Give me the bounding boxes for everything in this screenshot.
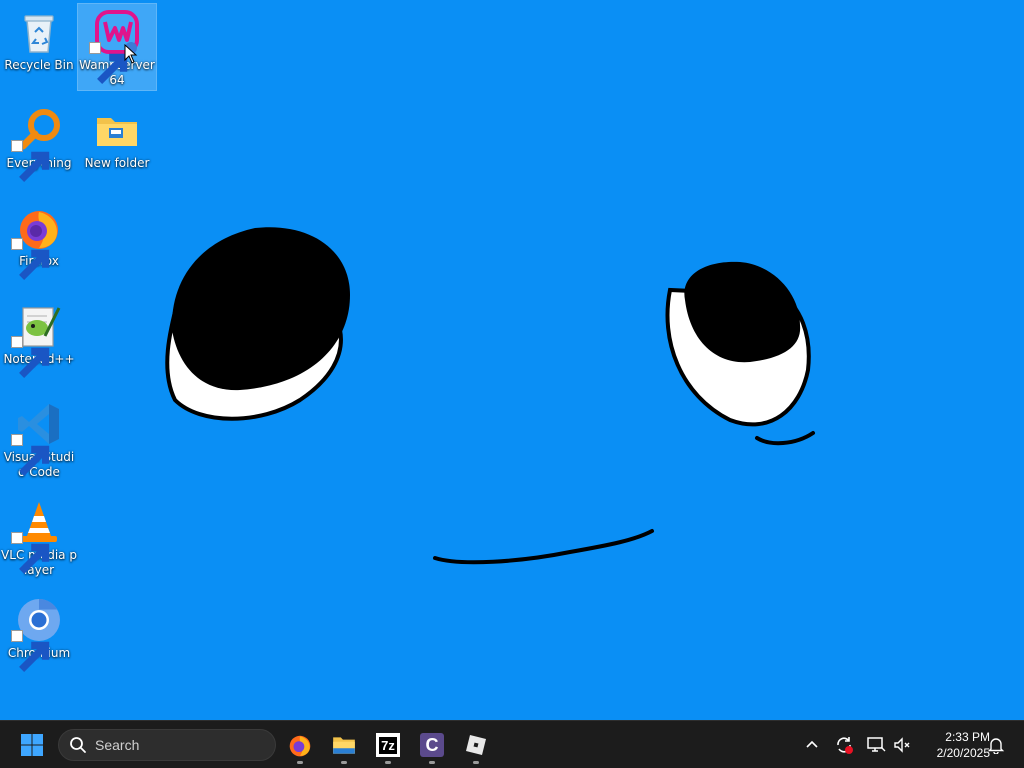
- ccleaner-icon: C: [420, 733, 444, 757]
- desktop-icon-label: Recycle Bin: [4, 58, 74, 72]
- vscode-icon: [11, 400, 63, 476]
- right-eye: [665, 261, 811, 427]
- 7zip-icon-text: 7z: [379, 736, 397, 754]
- sync-error-icon: [837, 737, 853, 754]
- shortcut-arrow-icon: [11, 140, 50, 182]
- file-explorer-icon: [333, 737, 355, 754]
- shortcut-arrow-icon: [11, 532, 50, 574]
- chromium-icon: [11, 596, 63, 672]
- taskbar-search-box[interactable]: Search: [58, 729, 276, 761]
- recycle-bin-icon: [15, 8, 63, 56]
- shortcut-arrow-icon: [89, 42, 128, 84]
- tray-network[interactable]: [864, 733, 888, 757]
- desktop-icon-chromium[interactable]: Chromium: [0, 592, 78, 672]
- left-eye: [165, 227, 350, 421]
- ccleaner-icon-text: C: [425, 734, 439, 755]
- taskbar-app-7zip[interactable]: 7z: [368, 725, 408, 765]
- notepad-plus-plus-icon: [11, 302, 63, 378]
- tray-volume[interactable]: [890, 733, 914, 757]
- running-indicator: [297, 761, 303, 764]
- shortcut-arrow-icon: [11, 238, 50, 280]
- clock-time: 2:33 PM: [945, 730, 990, 744]
- running-indicator: [341, 761, 347, 764]
- shortcut-arrow-icon: [11, 434, 50, 476]
- folder-icon: [93, 106, 141, 154]
- taskbar-clock[interactable]: 2:33 PM 2/20/2025: [918, 729, 990, 761]
- start-button[interactable]: [12, 725, 52, 765]
- running-indicator: [385, 761, 391, 764]
- search-placeholder: Search: [95, 737, 140, 753]
- firefox-icon: [11, 204, 63, 280]
- shortcut-arrow-icon: [11, 630, 50, 672]
- windows-logo-icon: [21, 734, 43, 756]
- taskbar-app-file-explorer[interactable]: [324, 725, 364, 765]
- shortcut-arrow-icon: [11, 336, 50, 378]
- mouse-cursor-icon: [124, 44, 138, 64]
- desktop[interactable]: Recycle Bin Wampserver64 Everything New …: [0, 0, 1024, 720]
- desktop-icon-firefox[interactable]: Firefox: [0, 200, 78, 280]
- notifications-button[interactable]: [984, 733, 1008, 757]
- search-icon: [70, 737, 86, 753]
- bell-icon: [987, 738, 1005, 754]
- desktop-icon-vscode[interactable]: Visual Studio Code: [0, 396, 78, 480]
- tray-sync-status[interactable]: [832, 733, 856, 757]
- taskbar-app-firefox[interactable]: [280, 725, 320, 765]
- desktop-icon-label: New folder: [84, 156, 150, 170]
- mouth: [433, 529, 654, 565]
- clock-date: 2/20/2025: [936, 746, 990, 760]
- taskbar-app-ccleaner[interactable]: C: [412, 725, 452, 765]
- desktop-icon-everything[interactable]: Everything: [0, 102, 78, 182]
- vlc-icon: [11, 498, 63, 574]
- desktop-icon-new-folder[interactable]: New folder: [78, 102, 156, 171]
- taskbar: Search 7z C 2:33 PM 2/20/2025: [0, 720, 1024, 768]
- desktop-icon-recycle-bin[interactable]: Recycle Bin: [0, 4, 78, 73]
- 7zip-icon: 7z: [376, 733, 400, 757]
- chevron-up-icon: [806, 740, 818, 748]
- desktop-icon-vlc[interactable]: VLC media player: [0, 494, 78, 578]
- network-icon: [867, 737, 886, 752]
- taskbar-app-roblox[interactable]: [456, 725, 496, 765]
- everything-search-icon: [11, 106, 63, 182]
- desktop-icon-notepad-plus-plus[interactable]: Notepad++: [0, 298, 78, 378]
- running-indicator: [429, 761, 435, 764]
- show-hidden-icons-button[interactable]: [800, 733, 824, 757]
- desktop-icon-wampserver64[interactable]: Wampserver64: [77, 3, 157, 91]
- right-eye-underline: [755, 431, 815, 446]
- firefox-icon: [289, 735, 311, 757]
- running-indicator: [473, 761, 479, 764]
- roblox-icon: [466, 735, 486, 755]
- volume-muted-icon: [894, 737, 910, 753]
